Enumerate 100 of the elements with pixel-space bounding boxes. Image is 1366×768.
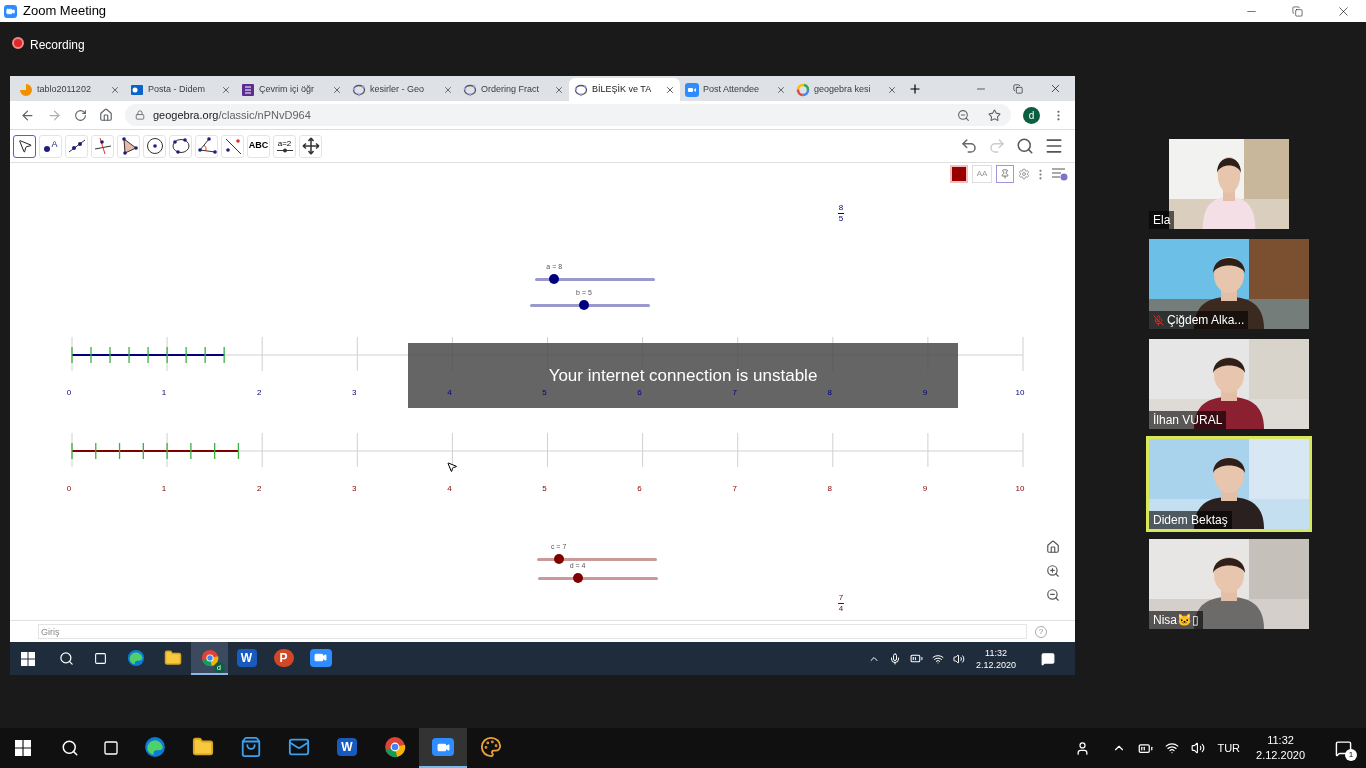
browser-tab[interactable]: Post Attendee xyxy=(680,78,791,101)
slider[interactable] xyxy=(535,274,655,284)
maximize-icon[interactable] xyxy=(1291,5,1303,17)
pin-button[interactable] xyxy=(996,165,1014,183)
slider-thumb[interactable] xyxy=(549,274,560,284)
maximize-icon[interactable] xyxy=(1013,83,1023,94)
close-icon[interactable] xyxy=(443,84,453,95)
fraction-numerator: 7 xyxy=(838,594,844,602)
browser-tab[interactable]: kesirler - Geo xyxy=(347,78,458,101)
search-icon[interactable] xyxy=(59,651,74,666)
tick-label: 10 xyxy=(1015,485,1025,493)
taskbar-app[interactable]: W xyxy=(228,642,265,675)
back-icon[interactable] xyxy=(20,107,35,123)
tab-title: kesirler - Geo xyxy=(370,82,425,96)
slider[interactable] xyxy=(537,554,657,564)
tick-label: 1 xyxy=(161,389,167,397)
search-icon[interactable] xyxy=(61,739,79,757)
volume-icon[interactable] xyxy=(1191,741,1206,755)
volume-icon[interactable] xyxy=(952,652,965,665)
start-icon[interactable] xyxy=(21,651,35,666)
tab-title: geogebra kesi xyxy=(814,82,872,96)
participant-tile[interactable]: Çiğdem Alka... xyxy=(1146,236,1312,332)
browser-tab[interactable]: BİLEŞİK ve TA xyxy=(569,78,680,101)
tick-label: 8 xyxy=(827,389,832,397)
fraction-denominator: 4 xyxy=(838,605,844,613)
close-icon[interactable] xyxy=(776,84,786,95)
slider-thumb[interactable] xyxy=(579,300,589,310)
tool-button[interactable]: A xyxy=(39,134,62,158)
document-app-icon: W xyxy=(337,738,357,756)
start-icon[interactable] xyxy=(15,740,31,756)
video-camera-icon xyxy=(685,82,699,97)
reload-icon[interactable] xyxy=(74,108,87,122)
participant-tile[interactable]: Nisa🐱▯ xyxy=(1146,536,1312,632)
tick-label: 2 xyxy=(256,389,262,397)
participant-name: İlhan VURAL xyxy=(1153,412,1223,429)
video-camera-icon xyxy=(432,738,454,756)
tool-button[interactable]: a=2 xyxy=(273,134,296,158)
menu-icon[interactable] xyxy=(1044,136,1064,156)
search-icon[interactable] xyxy=(1016,137,1034,155)
circle-logo-icon xyxy=(384,736,406,758)
zoom-out-icon[interactable] xyxy=(1046,588,1060,602)
task-view-icon[interactable] xyxy=(103,740,119,756)
taskbar-app[interactable]: P xyxy=(265,642,302,675)
tool-button[interactable] xyxy=(13,134,36,158)
clock[interactable]: 11:32 2.12.2020 xyxy=(1252,733,1309,763)
fraction-numerator: 8 xyxy=(838,204,844,212)
slider-icon xyxy=(276,147,293,153)
language-indicator[interactable]: TUR xyxy=(1217,739,1241,757)
participant-name: Nisa🐱▯ xyxy=(1153,612,1199,629)
folder-icon xyxy=(163,648,182,667)
notification-icon[interactable] xyxy=(1041,651,1055,666)
close-icon[interactable] xyxy=(332,84,342,95)
participant-tile[interactable]: Didem Bektaş xyxy=(1146,436,1312,532)
slider-thumb[interactable] xyxy=(572,573,583,583)
new-tab-icon[interactable] xyxy=(908,82,922,96)
close-icon[interactable] xyxy=(221,84,231,95)
input-field[interactable]: Giriş xyxy=(38,624,1027,639)
close-icon[interactable] xyxy=(1049,82,1062,95)
tick-label: 3 xyxy=(352,389,357,397)
home-icon[interactable] xyxy=(99,108,113,122)
participant-tile[interactable]: İlhan VURAL xyxy=(1146,336,1312,432)
tab-title: tablo2011202 xyxy=(37,82,92,96)
slider[interactable] xyxy=(538,573,658,583)
wifi-icon[interactable] xyxy=(931,652,944,665)
style-bar-toggle-icon[interactable] xyxy=(1051,167,1069,181)
fraction-denominator: 5 xyxy=(838,215,844,223)
tab-title: Ordering Fract xyxy=(481,82,541,96)
home-icon[interactable] xyxy=(1046,540,1060,554)
browser-tab[interactable]: geogebra kesi xyxy=(791,78,902,101)
profile-avatar[interactable]: d xyxy=(1023,106,1040,124)
task-view-icon[interactable] xyxy=(94,652,107,665)
browser-tab[interactable]: Posta - Didem xyxy=(125,78,236,101)
taskbar-app[interactable]: W xyxy=(323,728,371,768)
tick-label: 6 xyxy=(637,485,642,493)
browser-tab[interactable]: Ordering Fract xyxy=(458,78,569,101)
close-icon[interactable] xyxy=(554,84,564,95)
clock[interactable]: 11:32 2.12.2020 xyxy=(973,646,1018,671)
microphone-icon[interactable] xyxy=(888,652,901,665)
tool-button[interactable]: ABC xyxy=(247,134,270,158)
close-icon[interactable] xyxy=(110,84,120,95)
people-icon[interactable] xyxy=(1075,740,1091,756)
slider[interactable] xyxy=(530,300,650,310)
tick-label: 5 xyxy=(542,485,547,493)
close-icon[interactable] xyxy=(887,84,897,95)
battery-icon[interactable] xyxy=(909,652,923,665)
taskbar-app[interactable] xyxy=(419,728,467,768)
wave-logo-icon xyxy=(126,648,145,667)
browser-tab[interactable]: Çevrim içi öğr xyxy=(236,78,347,101)
notification-icon[interactable] xyxy=(1335,739,1352,757)
tick-label: 9 xyxy=(922,389,928,397)
address-bar[interactable]: geogebra.org/classic/nPNvD964 xyxy=(125,104,1011,126)
wave-logo-icon xyxy=(144,736,166,758)
color-swatch[interactable] xyxy=(950,165,968,183)
wifi-icon[interactable] xyxy=(1165,741,1180,755)
slider-thumb[interactable] xyxy=(553,554,564,564)
ellipse-dots-icon xyxy=(574,82,588,97)
browser-tab[interactable]: tablo2011202 xyxy=(14,78,125,101)
close-icon[interactable] xyxy=(665,84,675,95)
zoom-in-icon[interactable] xyxy=(1046,564,1060,578)
undo-icon[interactable] xyxy=(960,137,978,155)
